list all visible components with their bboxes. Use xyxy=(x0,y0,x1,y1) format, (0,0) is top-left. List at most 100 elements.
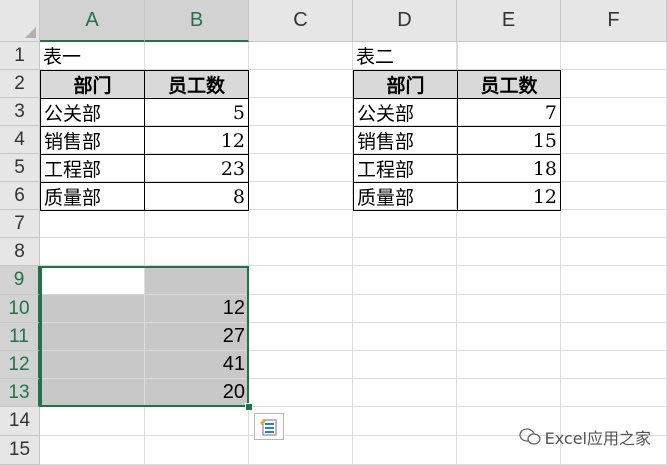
grid-cell[interactable] xyxy=(145,436,249,465)
grid-cell[interactable] xyxy=(145,238,249,266)
grid-cell[interactable] xyxy=(249,295,353,323)
grid-cell[interactable] xyxy=(561,70,667,98)
select-all-corner[interactable] xyxy=(0,0,40,42)
grid-cell[interactable] xyxy=(249,238,353,266)
table1-count-cell[interactable]: 8 xyxy=(144,182,249,211)
grid-cell[interactable] xyxy=(457,266,561,295)
grid-cell[interactable] xyxy=(457,379,561,407)
table2-dept-cell[interactable]: 公关部 xyxy=(353,98,458,127)
selected-value-cell[interactable]: 20 xyxy=(145,379,249,407)
grid-cell[interactable] xyxy=(457,295,561,323)
table2-title[interactable]: 表二 xyxy=(353,42,458,70)
grid-cell[interactable] xyxy=(561,379,667,407)
fill-handle[interactable] xyxy=(245,403,253,411)
grid-cell[interactable] xyxy=(561,295,667,323)
table1-title[interactable]: 表一 xyxy=(40,42,145,70)
column-header-a[interactable]: A xyxy=(40,0,145,42)
row-header-11[interactable]: 11 xyxy=(0,323,40,351)
grid-cell[interactable] xyxy=(457,351,561,379)
selected-value-cell[interactable]: 27 xyxy=(145,323,249,351)
column-header-d[interactable]: D xyxy=(353,0,457,42)
grid-cell[interactable] xyxy=(249,126,353,154)
grid-cell[interactable] xyxy=(145,42,249,70)
grid-cell[interactable] xyxy=(353,295,457,323)
quick-analysis-button[interactable] xyxy=(254,413,284,440)
column-header-c[interactable]: C xyxy=(249,0,353,42)
grid-cell[interactable] xyxy=(249,351,353,379)
row-header-14[interactable]: 14 xyxy=(0,407,40,436)
grid-cell[interactable] xyxy=(561,351,667,379)
row-header-12[interactable]: 12 xyxy=(0,351,40,379)
grid-cell[interactable] xyxy=(249,70,353,98)
grid-cell[interactable] xyxy=(353,379,457,407)
grid-cell[interactable] xyxy=(249,323,353,351)
grid-cell[interactable] xyxy=(457,238,561,266)
table2-count-cell[interactable]: 12 xyxy=(457,182,561,211)
table1-dept-cell[interactable]: 工程部 xyxy=(40,154,145,183)
grid-cell[interactable] xyxy=(561,126,667,154)
grid-cell[interactable] xyxy=(561,323,667,351)
grid-cell[interactable] xyxy=(353,210,457,238)
selected-cell[interactable] xyxy=(40,351,145,379)
table2-dept-cell[interactable]: 销售部 xyxy=(353,126,458,155)
grid-cell[interactable] xyxy=(353,238,457,266)
grid-cell[interactable] xyxy=(561,238,667,266)
grid-cell[interactable] xyxy=(249,182,353,210)
grid-cell[interactable] xyxy=(249,436,353,465)
grid-cell[interactable] xyxy=(353,436,457,465)
table2-dept-cell[interactable]: 质量部 xyxy=(353,182,458,211)
grid-cell[interactable] xyxy=(457,323,561,351)
table2-count-cell[interactable]: 7 xyxy=(457,98,561,127)
column-header-b[interactable]: B xyxy=(145,0,249,42)
table2-header-dept[interactable]: 部门 xyxy=(353,70,458,99)
selected-value-cell[interactable]: 41 xyxy=(145,351,249,379)
row-header-3[interactable]: 3 xyxy=(0,98,40,126)
grid-cell[interactable] xyxy=(561,266,667,295)
table1-dept-cell[interactable]: 销售部 xyxy=(40,126,145,155)
grid-cell[interactable] xyxy=(40,436,145,465)
grid-cell[interactable] xyxy=(561,154,667,182)
grid-cell[interactable] xyxy=(561,210,667,238)
row-header-10[interactable]: 10 xyxy=(0,295,40,323)
grid-cell[interactable] xyxy=(353,266,457,295)
grid-cell[interactable] xyxy=(353,323,457,351)
selected-cell[interactable] xyxy=(145,266,249,295)
selected-value-cell[interactable]: 12 xyxy=(145,295,249,323)
selected-cell[interactable] xyxy=(40,379,145,407)
row-header-6[interactable]: 6 xyxy=(0,182,40,210)
table1-header-count[interactable]: 员工数 xyxy=(144,70,249,99)
row-header-2[interactable]: 2 xyxy=(0,70,40,98)
table2-count-cell[interactable]: 18 xyxy=(457,154,561,183)
grid-cell[interactable] xyxy=(353,407,457,436)
row-header-13[interactable]: 13 xyxy=(0,379,40,407)
grid-cell[interactable] xyxy=(40,407,145,436)
grid-cell[interactable] xyxy=(249,210,353,238)
table2-header-count[interactable]: 员工数 xyxy=(457,70,561,99)
grid-cell[interactable] xyxy=(249,266,353,295)
table1-header-dept[interactable]: 部门 xyxy=(40,70,145,99)
column-header-e[interactable]: E xyxy=(457,0,561,42)
grid-cell[interactable] xyxy=(145,210,249,238)
grid-cell[interactable] xyxy=(40,210,145,238)
column-header-f[interactable]: F xyxy=(561,0,667,42)
grid-cell[interactable] xyxy=(145,407,249,436)
table1-dept-cell[interactable]: 质量部 xyxy=(40,182,145,211)
row-header-9[interactable]: 9 xyxy=(0,266,40,295)
table1-count-cell[interactable]: 12 xyxy=(144,126,249,155)
table2-dept-cell[interactable]: 工程部 xyxy=(353,154,458,183)
grid-cell[interactable] xyxy=(249,379,353,407)
table1-count-cell[interactable]: 5 xyxy=(144,98,249,127)
grid-cell[interactable] xyxy=(457,42,561,70)
grid-cell[interactable] xyxy=(457,210,561,238)
row-header-8[interactable]: 8 xyxy=(0,238,40,266)
selected-cell[interactable] xyxy=(40,323,145,351)
grid-cell[interactable] xyxy=(353,351,457,379)
active-cell-a9[interactable] xyxy=(40,266,145,295)
grid-cell[interactable] xyxy=(40,238,145,266)
row-header-15[interactable]: 15 xyxy=(0,436,40,465)
table1-dept-cell[interactable]: 公关部 xyxy=(40,98,145,127)
table1-count-cell[interactable]: 23 xyxy=(144,154,249,183)
row-header-4[interactable]: 4 xyxy=(0,126,40,154)
grid-cell[interactable] xyxy=(561,42,667,70)
grid-cell[interactable] xyxy=(561,98,667,126)
